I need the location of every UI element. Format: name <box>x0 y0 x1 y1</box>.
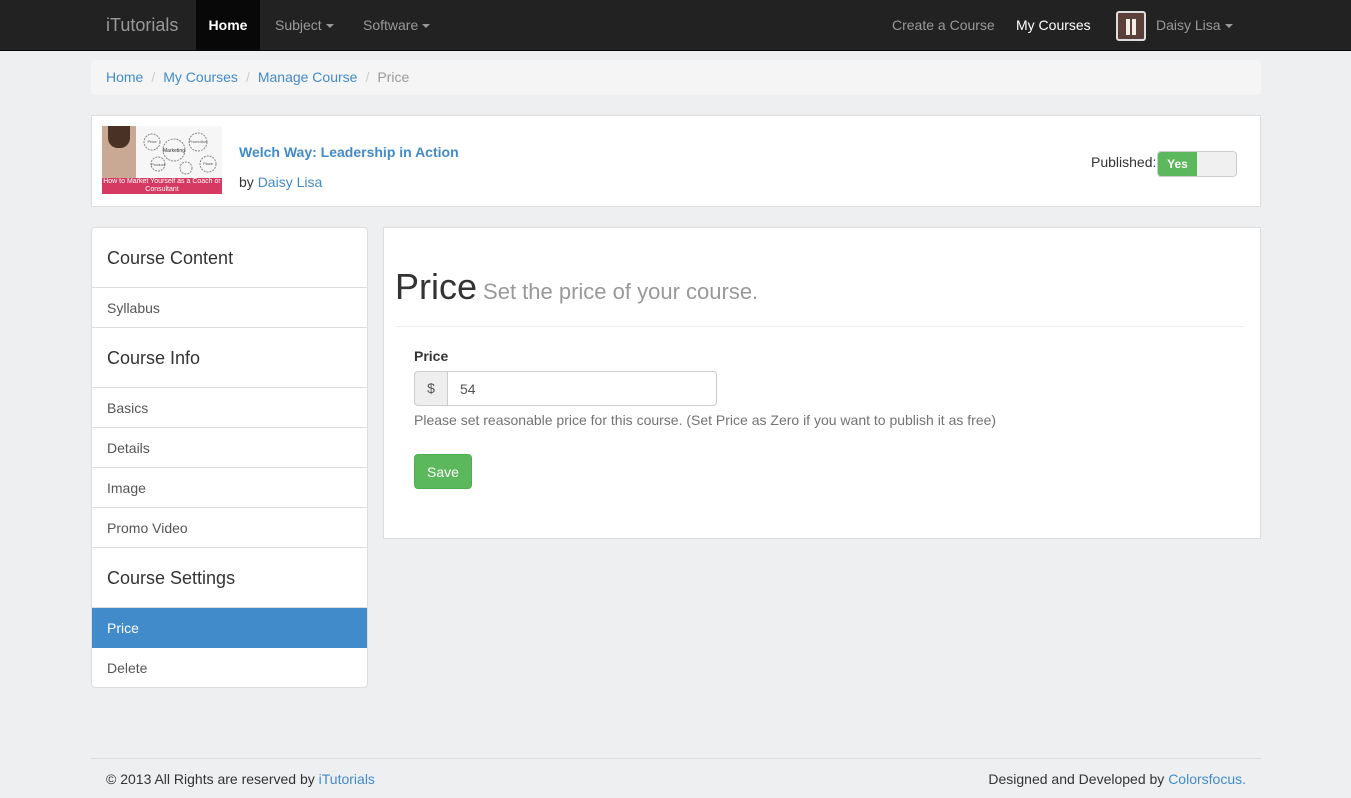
gear-word: Place <box>203 161 214 166</box>
footer-credit-suffix: . <box>1242 771 1246 787</box>
nav-software-label: Software <box>363 17 419 33</box>
footer-copyright: © 2013 All Rights are reserved by iTutor… <box>106 771 375 787</box>
sidebar-heading-course-settings: Course Settings <box>92 548 367 608</box>
price-panel: Price Set the price of your course. Price… <box>383 227 1261 539</box>
currency-addon: $ <box>414 371 448 406</box>
breadcrumb-separator: / <box>245 69 250 85</box>
course-sidebar: Course Content Syllabus Course Info Basi… <box>91 227 368 688</box>
thumbnail-hair <box>108 126 130 148</box>
sidebar-item-syllabus[interactable]: Syllabus <box>92 288 367 328</box>
page-title: Price <box>395 266 478 307</box>
thumbnail-caption: How to Market Yourself as a Coach or Con… <box>102 178 222 194</box>
by-prefix: by <box>239 174 254 190</box>
breadcrumb: Home / My Courses / Manage Course / Price <box>91 60 1261 95</box>
price-help-text: Please set reasonable price for this cou… <box>414 412 997 428</box>
sidebar-item-details[interactable]: Details <box>92 428 367 468</box>
breadcrumb-separator: / <box>365 69 370 85</box>
breadcrumb-current: Price <box>377 69 410 85</box>
published-toggle[interactable]: Yes <box>1157 151 1237 177</box>
sidebar-item-basics[interactable]: Basics <box>92 388 367 428</box>
breadcrumb-manage-course[interactable]: Manage Course <box>258 69 358 85</box>
course-author-link[interactable]: Daisy Lisa <box>258 174 323 190</box>
copyright-text: © 2013 All Rights are reserved by <box>106 771 315 787</box>
published-label: Published: <box>1091 154 1157 170</box>
footer: © 2013 All Rights are reserved by iTutor… <box>91 758 1261 798</box>
avatar-bar <box>1132 19 1136 35</box>
breadcrumb-my-courses[interactable]: My Courses <box>163 69 238 85</box>
caret-down-icon <box>422 24 431 29</box>
price-input-group: $ <box>414 371 717 406</box>
credit-text: Designed and Developed by <box>988 771 1165 787</box>
footer-credit: Designed and Developed by Colorsfocus. <box>988 771 1246 787</box>
published-toggle-on: Yes <box>1158 152 1197 176</box>
sidebar-item-delete[interactable]: Delete <box>92 648 367 687</box>
nav-create-course[interactable]: Create a Course <box>877 0 1010 50</box>
gears-illustration: Marketing Product Promotion Price Place <box>143 132 217 175</box>
footer-itutorials-link[interactable]: iTutorials <box>319 771 375 787</box>
course-thumbnail[interactable]: Marketing Product Promotion Price Place … <box>102 126 222 194</box>
nav-my-courses[interactable]: My Courses <box>1001 0 1106 50</box>
sidebar-heading-course-content: Course Content <box>92 228 367 288</box>
course-author-line: by Daisy Lisa <box>239 174 322 190</box>
course-header: Marketing Product Promotion Price Place … <box>91 115 1261 207</box>
page-header: Price Set the price of your course. <box>395 266 1245 327</box>
sidebar-heading-course-info: Course Info <box>92 328 367 388</box>
price-input[interactable] <box>447 371 717 406</box>
nav-home[interactable]: Home <box>196 0 260 50</box>
sidebar-item-promo-video[interactable]: Promo Video <box>92 508 367 548</box>
breadcrumb-home[interactable]: Home <box>106 69 143 85</box>
gear-word: Product <box>151 162 166 167</box>
sidebar-item-image[interactable]: Image <box>92 468 367 508</box>
nav-user-name: Daisy Lisa <box>1156 17 1221 33</box>
top-navbar: iTutorials Home Subject Software Create … <box>0 0 1351 51</box>
avatar-bar <box>1126 19 1130 35</box>
save-button[interactable]: Save <box>414 454 472 489</box>
nav-user-dropdown[interactable]: Daisy Lisa <box>1141 0 1248 50</box>
caret-down-icon <box>1224 24 1233 29</box>
nav-subject-dropdown[interactable]: Subject <box>260 0 349 50</box>
gear-word: Price <box>147 139 157 144</box>
page-subtitle: Set the price of your course. <box>483 279 759 304</box>
nav-software-dropdown[interactable]: Software <box>348 0 445 50</box>
sidebar-item-price[interactable]: Price <box>92 608 367 648</box>
price-label: Price <box>414 348 449 364</box>
nav-subject-label: Subject <box>275 17 322 33</box>
course-title[interactable]: Welch Way: Leadership in Action <box>239 144 459 160</box>
gear-word: Promotion <box>189 139 207 144</box>
brand-logo[interactable]: iTutorials <box>106 0 178 50</box>
gear-word: Marketing <box>163 148 185 154</box>
caret-down-icon <box>325 24 334 29</box>
breadcrumb-separator: / <box>151 69 156 85</box>
footer-colorsfocus-link[interactable]: Colorsfocus <box>1168 771 1242 787</box>
